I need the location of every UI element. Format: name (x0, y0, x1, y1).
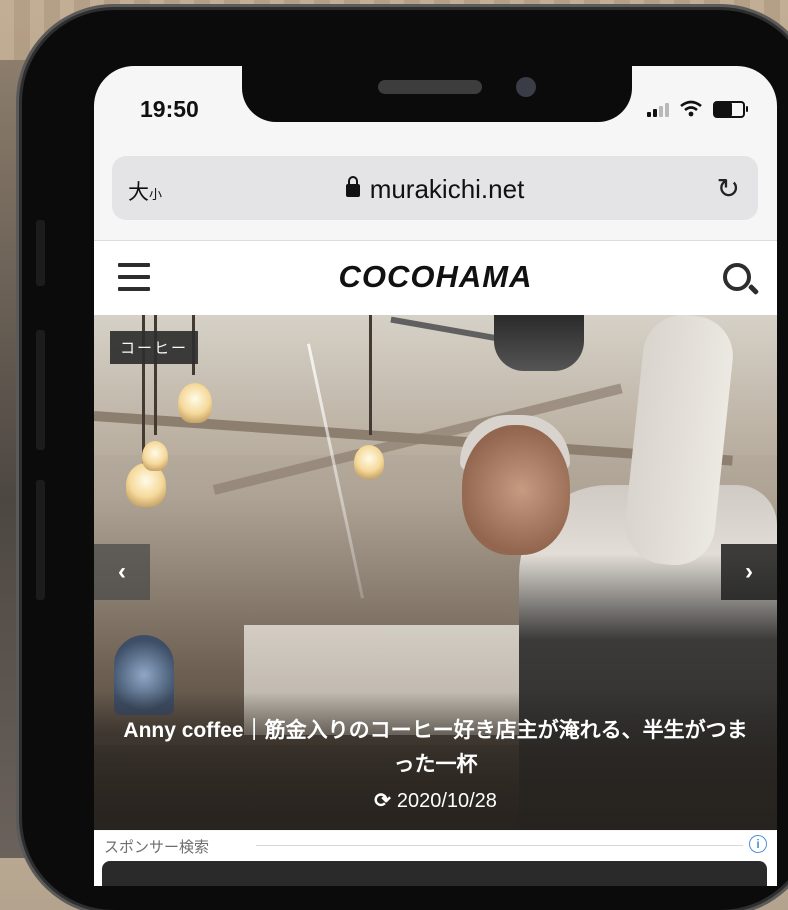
wifi-icon (680, 100, 702, 117)
volume-down-button (36, 480, 45, 600)
address-bar[interactable]: 大小 murakichi.net ↻ (112, 156, 758, 220)
hero-photo-lamp (354, 445, 384, 479)
sponsor-search-box[interactable] (102, 861, 767, 886)
battery-icon (713, 100, 748, 118)
lock-icon (345, 176, 360, 197)
hero-photo-kettle (494, 315, 584, 371)
hero-photo-cord (369, 315, 372, 435)
search-icon[interactable] (723, 263, 751, 291)
slide-caption[interactable]: Anny coffee｜筋金入りのコーヒー好き店主が淹れる、半生がつまった一杯 … (94, 692, 777, 830)
info-icon[interactable]: i (749, 835, 767, 853)
mute-switch (36, 220, 45, 286)
url-text: murakichi.net (369, 174, 525, 204)
signal-icon (647, 101, 669, 117)
reload-icon[interactable]: ↻ (717, 172, 740, 205)
hero-photo-lamp (178, 383, 212, 423)
site-logo[interactable]: COCOHAMA (94, 259, 777, 295)
sponsor-label: スポンサー検索 (104, 839, 210, 856)
prev-slide-button[interactable]: ‹ (94, 544, 150, 600)
site-header: COCOHAMA (94, 240, 777, 315)
sponsor-divider (256, 845, 743, 846)
sponsor-search: スポンサー検索 i (94, 831, 777, 886)
hero-slider[interactable]: コーヒー ‹ › Anny coffee｜筋金入りのコーヒー好き店主が淹れる、半… (94, 315, 777, 830)
url-field[interactable]: murakichi.net (112, 174, 758, 205)
earpiece-speaker (378, 80, 482, 94)
category-badge[interactable]: コーヒー (110, 331, 199, 364)
notch (242, 66, 632, 122)
article-date: ⟳ 2020/10/28 (94, 788, 777, 813)
volume-up-button (36, 330, 45, 450)
status-icons (647, 100, 748, 118)
front-camera (516, 77, 536, 97)
next-slide-button[interactable]: › (721, 544, 777, 600)
phone-screen: 19:50 大小 murakichi.net ↻ COCOHAMA コーヒー ‹… (94, 66, 777, 886)
hero-photo-lamp (142, 441, 168, 471)
hero-photo-barista-head (462, 425, 570, 555)
article-date-text: 2020/10/28 (396, 790, 497, 812)
phone-frame: 19:50 大小 murakichi.net ↻ COCOHAMA コーヒー ‹… (22, 10, 788, 910)
refresh-icon: ⟳ (374, 790, 391, 812)
article-title[interactable]: Anny coffee｜筋金入りのコーヒー好き店主が淹れる、半生がつまった一杯 (114, 714, 757, 782)
status-time: 19:50 (140, 96, 199, 122)
